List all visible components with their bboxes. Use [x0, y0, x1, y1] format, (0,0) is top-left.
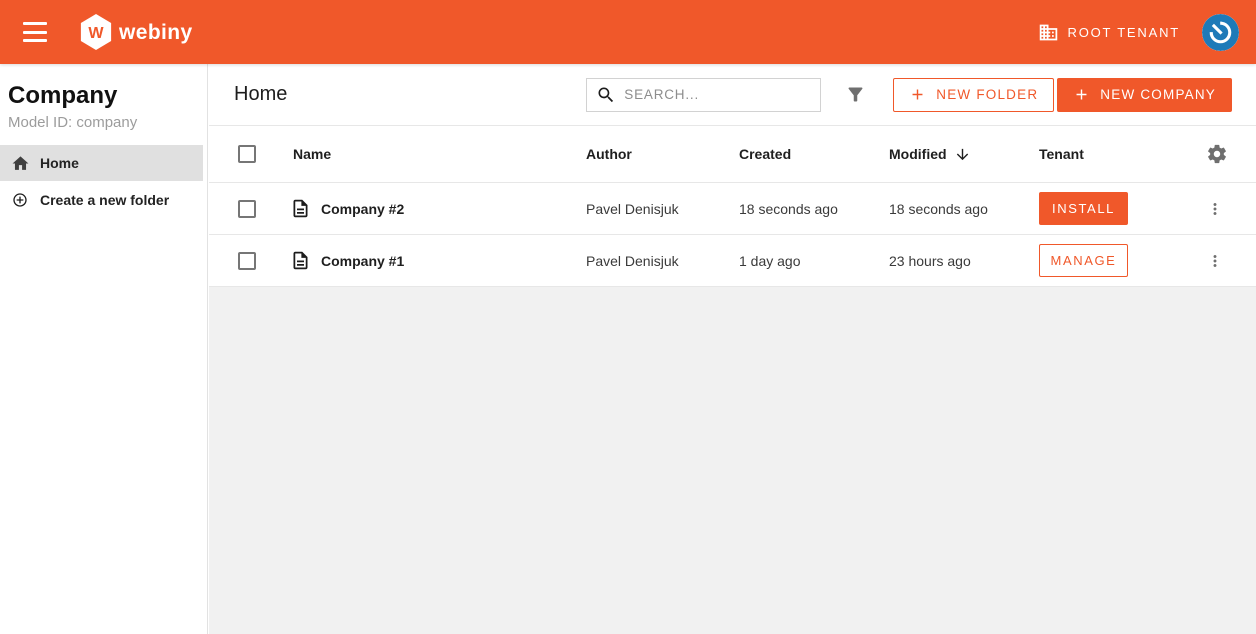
row-menu-button[interactable] [1206, 252, 1224, 270]
document-icon [290, 198, 311, 219]
row-menu-button[interactable] [1206, 200, 1224, 218]
entry-modified: 18 seconds ago [889, 201, 1039, 217]
main-content: Home NEW FOLDER [209, 64, 1256, 634]
entry-created: 18 seconds ago [739, 201, 889, 217]
menu-button[interactable] [23, 22, 49, 42]
entry-created: 1 day ago [739, 253, 889, 269]
column-header-modified[interactable]: Modified [889, 146, 1039, 163]
sidebar: Company Model ID: company Home Create a … [0, 64, 208, 634]
kebab-menu-icon [1206, 252, 1224, 270]
page-title: Home [234, 83, 287, 106]
row-checkbox[interactable] [238, 252, 256, 270]
new-company-button[interactable]: NEW COMPANY [1057, 78, 1232, 112]
model-id-subtitle: Model ID: company [0, 109, 207, 145]
column-header-tenant: Tenant [1039, 146, 1197, 162]
select-all-checkbox[interactable] [238, 145, 256, 163]
column-header-name[interactable]: Name [284, 146, 586, 162]
entry-author: Pavel Denisjuk [586, 201, 739, 217]
power-g-icon [1202, 14, 1239, 51]
entry-name[interactable]: Company #2 [321, 201, 404, 217]
sort-arrow-down-icon [954, 146, 971, 163]
filter-button[interactable] [845, 84, 866, 105]
tenant-label: ROOT TENANT [1068, 25, 1181, 40]
model-title: Company [0, 64, 207, 109]
entry-name[interactable]: Company #1 [321, 253, 404, 269]
tenant-selector[interactable]: ROOT TENANT [1038, 22, 1181, 43]
user-avatar[interactable] [1202, 14, 1239, 51]
kebab-menu-icon [1206, 200, 1224, 218]
app-top-bar: W webiny ROOT TENANT [0, 0, 1256, 64]
sidebar-item-create-folder[interactable]: Create a new folder [0, 183, 203, 217]
search-input[interactable] [624, 79, 820, 111]
plus-icon [909, 86, 926, 103]
entry-author: Pavel Denisjuk [586, 253, 739, 269]
document-icon [290, 250, 311, 271]
sidebar-item-label: Create a new folder [40, 192, 169, 208]
home-icon [0, 154, 40, 173]
table-settings-button[interactable] [1206, 143, 1228, 165]
sidebar-item-home[interactable]: Home [0, 145, 203, 181]
entry-modified: 23 hours ago [889, 253, 1039, 269]
row-checkbox[interactable] [238, 200, 256, 218]
entries-table: Name Author Created Modified Tenant [209, 126, 1256, 287]
add-circle-icon [0, 192, 40, 208]
column-header-created[interactable]: Created [739, 146, 889, 162]
main-header: Home NEW FOLDER [209, 64, 1256, 126]
filter-funnel-icon [845, 84, 866, 105]
plus-icon [1073, 86, 1090, 103]
search-box [586, 78, 821, 112]
webiny-hexagon-icon: W [79, 13, 113, 51]
brand-wordmark: webiny [119, 21, 193, 45]
building-icon [1038, 22, 1059, 43]
gear-icon [1206, 143, 1228, 165]
table-row[interactable]: Company #2 Pavel Denisjuk 18 seconds ago… [209, 183, 1256, 235]
table-row[interactable]: Company #1 Pavel Denisjuk 1 day ago 23 h… [209, 235, 1256, 287]
sidebar-item-label: Home [40, 155, 79, 171]
manage-button[interactable]: MANAGE [1039, 244, 1128, 277]
search-icon [596, 85, 616, 105]
hamburger-icon [23, 22, 47, 25]
column-header-author[interactable]: Author [586, 146, 739, 162]
table-header-row: Name Author Created Modified Tenant [209, 126, 1256, 183]
install-button[interactable]: INSTALL [1039, 192, 1128, 225]
new-folder-button[interactable]: NEW FOLDER [893, 78, 1054, 112]
webiny-logo[interactable]: W webiny [79, 13, 193, 51]
svg-text:W: W [88, 24, 104, 42]
